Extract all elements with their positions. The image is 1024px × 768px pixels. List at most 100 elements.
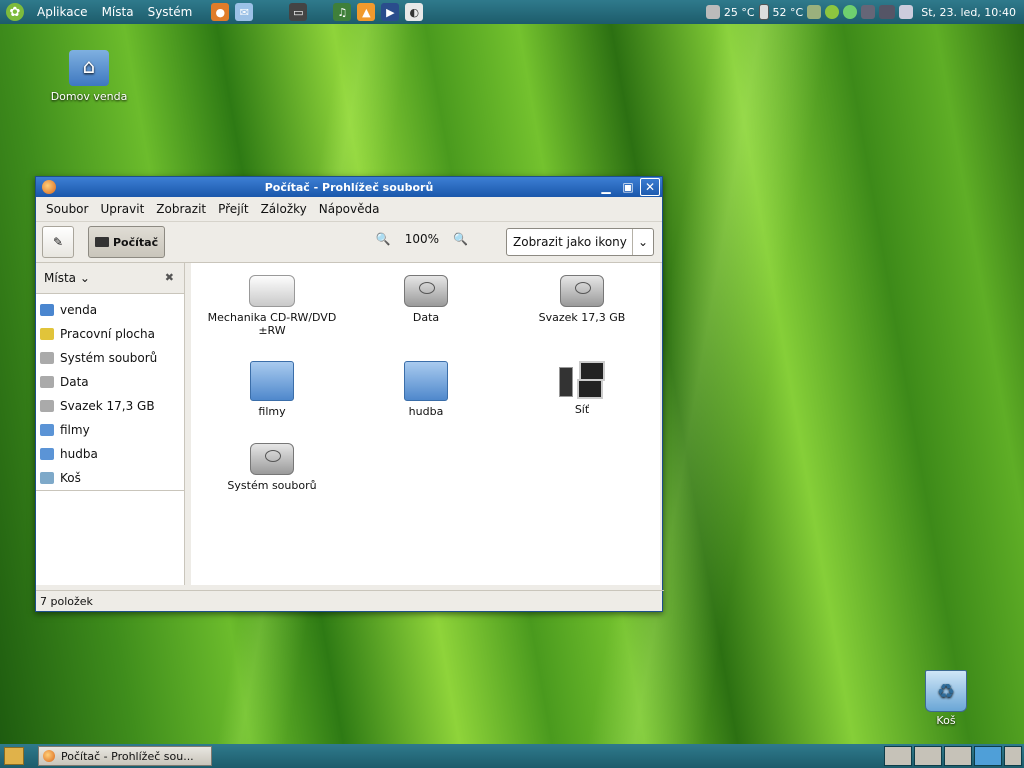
sidebar-item-home[interactable]: venda (36, 298, 184, 322)
sidebar-item-filmy[interactable]: filmy (36, 418, 184, 442)
status-bar: 7 položek (36, 590, 664, 611)
maximize-button[interactable]: ▣ (618, 178, 638, 196)
top-menu: Aplikace Místa Systém (30, 5, 199, 19)
item-cdrom[interactable]: Mechanika CD-RW/DVD ±RW (197, 275, 347, 337)
bottom-panel: Počítač - Prohlížeč sou... (0, 744, 1024, 768)
zoom-out-icon[interactable]: 🔍 (376, 232, 391, 246)
drive-icon (40, 352, 54, 364)
item-hudba[interactable]: hudba (351, 361, 501, 418)
file-browser-icon (43, 750, 55, 762)
sidebar-item-label: Data (60, 375, 89, 389)
network-icon (559, 361, 605, 399)
item-label: hudba (408, 405, 444, 418)
item-volume[interactable]: Svazek 17,3 GB (507, 275, 657, 324)
cpu-icon (705, 5, 720, 19)
tray-app-icon[interactable] (807, 5, 822, 19)
trash-icon (40, 472, 54, 484)
taskbar-item-label: Počítač - Prohlížeč sou... (61, 749, 194, 763)
mail-icon[interactable]: ✉ (235, 3, 254, 21)
window-menu-icon[interactable] (42, 180, 56, 194)
folder-icon (40, 448, 54, 460)
menu-system[interactable]: Systém (141, 5, 200, 19)
item-data[interactable]: Data (351, 275, 501, 324)
sidebar-item-volume[interactable]: Svazek 17,3 GB (36, 394, 184, 418)
status-icon[interactable] (843, 5, 858, 19)
item-label: Systém souborů (227, 479, 317, 492)
gnome-foot-icon[interactable]: ✿ (6, 3, 24, 21)
toolbar: ✎ Počítač 🔍 100% 🔍 Zobrazit jako ikony ⌄ (36, 221, 662, 263)
view-mode-select[interactable]: Zobrazit jako ikony ⌄ (506, 228, 654, 256)
network-tray-icon[interactable] (861, 5, 876, 19)
close-sidebar-icon[interactable]: ✖ (165, 271, 174, 284)
menu-view[interactable]: Zobrazit (150, 202, 212, 216)
desktop-trash-icon[interactable]: Koš (920, 670, 972, 727)
player-icon[interactable]: ▶ (381, 3, 400, 21)
minimize-button[interactable]: ▁ (596, 178, 616, 196)
workspace-1[interactable] (884, 746, 912, 766)
workspace-3[interactable] (944, 746, 972, 766)
menu-bookmarks[interactable]: Záložky (255, 202, 313, 216)
desktop-home-label: Domov venda (50, 90, 128, 103)
sidebar-item-label: Pracovní plocha (60, 327, 155, 341)
zoom-level[interactable]: 100% (405, 232, 439, 246)
show-desktop-icon[interactable] (4, 747, 24, 765)
sidebar-item-desktop[interactable]: Pracovní plocha (36, 322, 184, 346)
computer-icon (95, 237, 109, 247)
item-filmy[interactable]: filmy (197, 361, 347, 418)
zoom-in-icon[interactable]: 🔍 (453, 232, 468, 246)
tower-shape (559, 367, 573, 397)
menu-applications[interactable]: Aplikace (30, 5, 95, 19)
file-browser-window: Počítač - Prohlížeč souborů ▁ ▣ ✕ Soubor… (35, 176, 664, 612)
trash-icon (925, 670, 967, 712)
menu-places[interactable]: Místa (95, 5, 141, 19)
menu-go[interactable]: Přejít (212, 202, 254, 216)
sidebar-item-label: venda (60, 303, 98, 317)
window-titlebar[interactable]: Počítač - Prohlížeč souborů ▁ ▣ ✕ (36, 177, 662, 197)
menu-edit[interactable]: Upravit (94, 202, 150, 216)
monitor-shape (577, 379, 603, 399)
places-list: venda Pracovní plocha Systém souborů Dat… (36, 294, 184, 491)
firefox-icon[interactable]: ● (211, 3, 230, 21)
home-folder-icon (69, 50, 109, 86)
vlc-icon[interactable]: ▲ (357, 3, 376, 21)
sidebar-title[interactable]: Místa (44, 271, 76, 285)
menu-file[interactable]: Soubor (40, 202, 94, 216)
system-tray: 25 °C 52 °C St, 23. led, 10:40 (705, 0, 1024, 24)
item-network[interactable]: Síť (507, 361, 657, 416)
update-icon[interactable] (825, 5, 840, 19)
connection-icon[interactable] (879, 5, 896, 19)
location-toggle-button[interactable]: ✎ (42, 226, 74, 258)
edit-icon: ✎ (52, 235, 64, 249)
menu-help[interactable]: Nápověda (313, 202, 386, 216)
media-icon[interactable]: ♫ (333, 3, 352, 21)
workspace-switcher (884, 744, 1024, 768)
content-area: Místa ⌄ ✖ venda Pracovní plocha Systém s… (36, 263, 660, 585)
close-button[interactable]: ✕ (640, 178, 660, 196)
hdd-icon (250, 443, 294, 475)
sidebar-item-hudba[interactable]: hudba (36, 442, 184, 466)
volume-icon[interactable] (899, 5, 914, 19)
sidebar-item-trash[interactable]: Koš (36, 466, 184, 490)
window-buttons: ▁ ▣ ✕ (596, 178, 660, 196)
sidebar-item-filesystem[interactable]: Systém souborů (36, 346, 184, 370)
disc-icon[interactable]: ◐ (405, 3, 424, 21)
sidebar-item-data[interactable]: Data (36, 370, 184, 394)
path-button-label: Počítač (113, 235, 159, 249)
chevron-down-icon: ⌄ (632, 229, 653, 255)
item-filesystem[interactable]: Systém souborů (197, 443, 347, 492)
sidebar-item-label: Systém souborů (60, 351, 158, 365)
workspace-4[interactable] (974, 746, 1002, 766)
gpu-temp: 52 °C (772, 5, 804, 19)
taskbar-item-file-browser[interactable]: Počítač - Prohlížeč sou... (38, 746, 212, 766)
item-label: Síť (574, 403, 590, 416)
clock[interactable]: St, 23. led, 10:40 (921, 6, 1016, 19)
cdrom-icon (249, 275, 295, 307)
item-label: filmy (258, 405, 286, 418)
path-button-computer[interactable]: Počítač (88, 226, 166, 258)
desktop-home-icon[interactable]: Domov venda (44, 50, 134, 103)
chevron-down-icon[interactable]: ⌄ (76, 271, 90, 285)
trash-applet-icon[interactable] (1004, 746, 1022, 766)
terminal-icon[interactable]: ▭ (289, 3, 308, 21)
workspace-2[interactable] (914, 746, 942, 766)
top-panel: ✿ Aplikace Místa Systém ● ✉ ▭ ♫ ▲ ▶ ◐ 25… (0, 0, 1024, 24)
